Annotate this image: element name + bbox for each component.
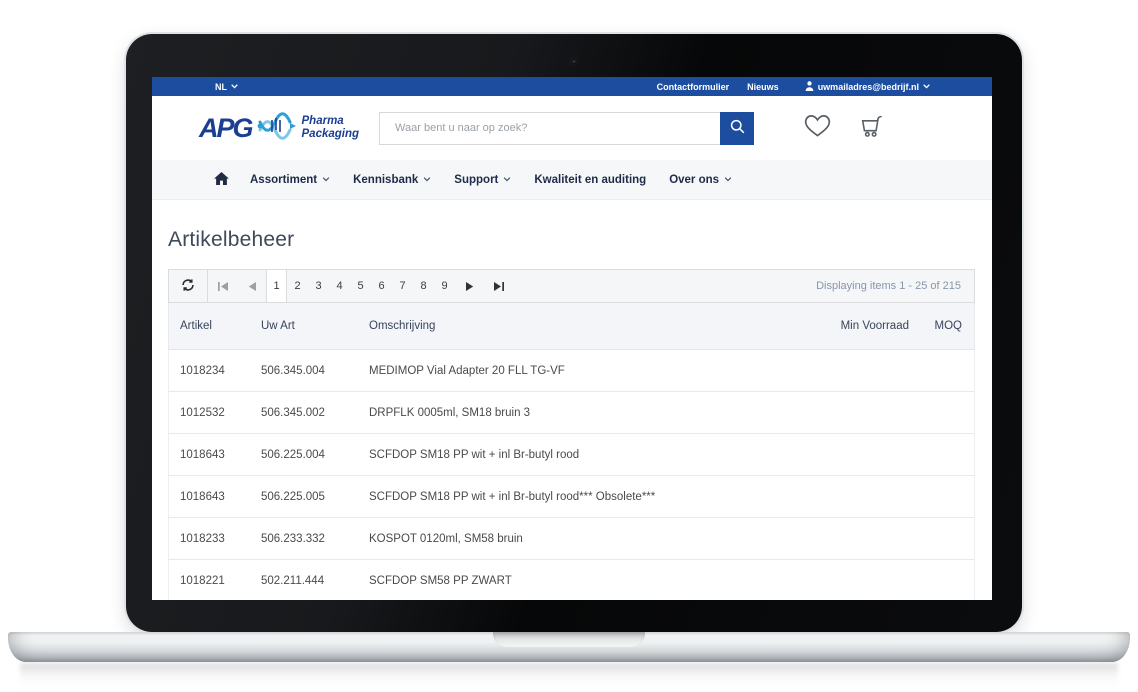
cell-artikel: 1018233 bbox=[169, 533, 251, 545]
user-email: uwmailadres@bedrijf.nl bbox=[818, 82, 919, 92]
logo-tagline: Pharma Packaging bbox=[302, 115, 360, 140]
table-row[interactable]: 1018221 502.211.444 SCFDOP SM58 PP ZWART bbox=[168, 560, 975, 600]
page-number-7[interactable]: 7 bbox=[392, 270, 413, 302]
page-number-1[interactable]: 1 bbox=[266, 270, 287, 302]
next-page-button[interactable] bbox=[455, 270, 484, 302]
cell-uw-art: 506.225.005 bbox=[251, 491, 361, 503]
laptop-notch bbox=[493, 632, 645, 647]
table-row[interactable]: 1018234 506.345.004 MEDIMOP Vial Adapter… bbox=[168, 350, 975, 392]
news-link[interactable]: Nieuws bbox=[747, 82, 779, 92]
cell-omschrijving: KOSPOT 0120ml, SM58 bruin bbox=[361, 533, 796, 545]
search-button[interactable] bbox=[720, 112, 754, 145]
refresh-button[interactable] bbox=[169, 270, 208, 302]
cell-uw-art: 506.233.332 bbox=[251, 533, 361, 545]
table-row[interactable]: 1018233 506.233.332 KOSPOT 0120ml, SM58 … bbox=[168, 518, 975, 560]
logo[interactable]: APG Pharma Packaging bbox=[199, 112, 359, 145]
site-header: APG Pharma Packaging bbox=[152, 96, 992, 160]
cart-button[interactable] bbox=[858, 113, 885, 143]
table-header: Artikel Uw Art Omschrijving Min Voorraad… bbox=[168, 303, 975, 350]
laptop-screen: NL Contactformulier Nieuws uwmailadres@b… bbox=[152, 77, 992, 600]
laptop-base bbox=[8, 632, 1130, 662]
page-number-5[interactable]: 5 bbox=[350, 270, 371, 302]
page-title: Artikelbeheer bbox=[168, 228, 975, 252]
laptop-reflection bbox=[20, 663, 1118, 689]
nav-item-support[interactable]: Support bbox=[454, 174, 511, 186]
chevron-down-icon bbox=[503, 177, 511, 182]
home-icon bbox=[214, 172, 229, 188]
laptop-bezel: NL Contactformulier Nieuws uwmailadres@b… bbox=[126, 34, 1022, 632]
contact-form-link[interactable]: Contactformulier bbox=[657, 82, 730, 92]
nav-item-over-ons[interactable]: Over ons bbox=[669, 174, 732, 186]
main-nav: Assortiment Kennisbank Support Kwaliteit… bbox=[152, 160, 992, 200]
table-row[interactable]: 1018643 506.225.005 SCFDOP SM18 PP wit +… bbox=[168, 476, 975, 518]
nav-item-assortiment[interactable]: Assortiment bbox=[250, 174, 330, 186]
page-number-6[interactable]: 6 bbox=[371, 270, 392, 302]
page-number-2[interactable]: 2 bbox=[287, 270, 308, 302]
nav-home-button[interactable] bbox=[214, 172, 229, 188]
language-selector[interactable]: NL bbox=[215, 82, 238, 92]
page-number-4[interactable]: 4 bbox=[329, 270, 350, 302]
search-bar bbox=[379, 112, 754, 145]
search-input[interactable] bbox=[379, 112, 720, 145]
column-header-omschrijving: Omschrijving bbox=[361, 320, 796, 332]
cell-artikel: 1018234 bbox=[169, 365, 251, 377]
cell-uw-art: 506.225.004 bbox=[251, 449, 361, 461]
column-header-artikel: Artikel bbox=[169, 320, 251, 332]
first-page-button[interactable] bbox=[208, 270, 237, 302]
cell-omschrijving: DRPFLK 0005ml, SM18 bruin 3 bbox=[361, 407, 796, 419]
cell-uw-art: 506.345.004 bbox=[251, 365, 361, 377]
prev-page-button[interactable] bbox=[237, 270, 266, 302]
laptop-mockup: NL Contactformulier Nieuws uwmailadres@b… bbox=[0, 0, 1138, 692]
webcam bbox=[571, 58, 578, 65]
cell-omschrijving: MEDIMOP Vial Adapter 20 FLL TG-VF bbox=[361, 365, 796, 377]
search-icon bbox=[730, 119, 745, 137]
page-content: Artikelbeheer bbox=[152, 228, 992, 600]
table-row[interactable]: 1012532 506.345.002 DRPFLK 0005ml, SM18 … bbox=[168, 392, 975, 434]
user-icon bbox=[805, 81, 814, 93]
cell-omschrijving: SCFDOP SM18 PP wit + inl Br-butyl rood**… bbox=[361, 491, 796, 503]
heart-icon bbox=[804, 114, 831, 143]
column-header-uw-art: Uw Art bbox=[251, 320, 361, 332]
logo-text: APG bbox=[199, 113, 252, 144]
language-label: NL bbox=[215, 82, 227, 92]
page-number-9[interactable]: 9 bbox=[434, 270, 455, 302]
cell-omschrijving: SCFDOP SM58 PP ZWART bbox=[361, 575, 796, 587]
cart-icon bbox=[858, 113, 885, 143]
cell-artikel: 1018643 bbox=[169, 449, 251, 461]
nav-item-kwaliteit[interactable]: Kwaliteit en auditing bbox=[534, 174, 646, 186]
nav-item-kennisbank[interactable]: Kennisbank bbox=[353, 174, 431, 186]
chevron-down-icon bbox=[724, 177, 732, 182]
cell-artikel: 1018221 bbox=[169, 575, 251, 587]
pagination-status: Displaying items 1 - 25 of 215 bbox=[816, 280, 974, 292]
chevron-down-icon bbox=[923, 84, 930, 89]
cell-uw-art: 502.211.444 bbox=[251, 575, 361, 587]
cell-artikel: 1012532 bbox=[169, 407, 251, 419]
cell-artikel: 1018643 bbox=[169, 491, 251, 503]
pagination-bar: 1 2 3 4 5 6 7 8 9 Displaying items 1 - 2 bbox=[168, 269, 975, 303]
wishlist-button[interactable] bbox=[804, 114, 831, 143]
chevron-down-icon bbox=[322, 177, 330, 182]
user-account-menu[interactable]: uwmailadres@bedrijf.nl bbox=[805, 81, 930, 93]
table-row[interactable]: 1018643 506.225.004 SCFDOP SM18 PP wit +… bbox=[168, 434, 975, 476]
refresh-icon bbox=[181, 278, 195, 295]
cell-uw-art: 506.345.002 bbox=[251, 407, 361, 419]
page-number-3[interactable]: 3 bbox=[308, 270, 329, 302]
page-number-8[interactable]: 8 bbox=[413, 270, 434, 302]
dna-helix-icon bbox=[257, 112, 297, 145]
last-page-button[interactable] bbox=[484, 270, 513, 302]
column-header-moq: MOQ bbox=[916, 320, 974, 332]
cell-omschrijving: SCFDOP SM18 PP wit + inl Br-butyl rood bbox=[361, 449, 796, 461]
top-bar: NL Contactformulier Nieuws uwmailadres@b… bbox=[152, 77, 992, 96]
chevron-down-icon bbox=[231, 84, 238, 89]
chevron-down-icon bbox=[423, 177, 431, 182]
column-header-min-voorraad: Min Voorraad bbox=[796, 320, 916, 332]
